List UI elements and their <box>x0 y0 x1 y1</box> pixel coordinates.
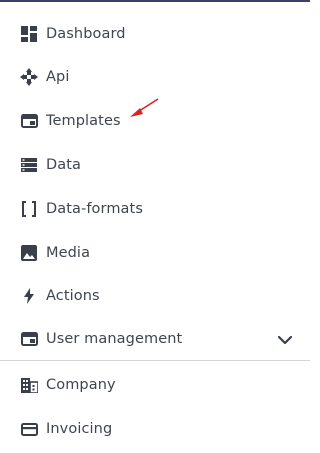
company-icon <box>20 376 38 394</box>
top-border <box>0 0 310 2</box>
media-icon <box>20 244 38 262</box>
sidebar-item-label: Dashboard <box>46 26 126 42</box>
sidebar-item-dashboard[interactable]: Dashboard <box>0 14 310 54</box>
sidebar-item-label: Templates <box>46 113 121 129</box>
invoicing-icon <box>20 420 38 438</box>
sidebar-item-label: Actions <box>46 288 100 304</box>
sidebar-item-label: Api <box>46 69 70 85</box>
templates-icon <box>20 112 38 130</box>
sidebar-item-user-management[interactable]: User management <box>0 319 310 359</box>
sidebar-item-data[interactable]: Data <box>0 145 310 185</box>
data-icon <box>20 156 38 174</box>
sidebar-item-templates[interactable]: Templates <box>0 101 310 141</box>
actions-icon <box>20 287 38 305</box>
sidebar-item-label: User management <box>46 331 183 347</box>
sidebar-item-label: Data-formats <box>46 201 143 217</box>
sidebar-item-label: Data <box>46 157 82 173</box>
sidebar-item-media[interactable]: Media <box>0 233 310 273</box>
sidebar-item-actions[interactable]: Actions <box>0 276 310 316</box>
sidebar-item-invoicing[interactable]: Invoicing <box>0 409 310 449</box>
sidebar-item-label: Company <box>46 377 116 393</box>
sidebar-item-label: Media <box>46 245 91 261</box>
sidebar-item-company[interactable]: Company <box>0 365 310 405</box>
data-formats-icon <box>20 200 38 218</box>
sidebar-item-data-formats[interactable]: Data-formats <box>0 189 310 229</box>
api-icon <box>20 68 38 86</box>
chevron-down-icon[interactable] <box>276 330 294 348</box>
section-divider <box>0 360 310 361</box>
sidebar-item-label: Invoicing <box>46 421 113 437</box>
user-management-icon <box>20 330 38 348</box>
dashboard-icon <box>20 25 38 43</box>
sidebar-item-api[interactable]: Api <box>0 57 310 97</box>
